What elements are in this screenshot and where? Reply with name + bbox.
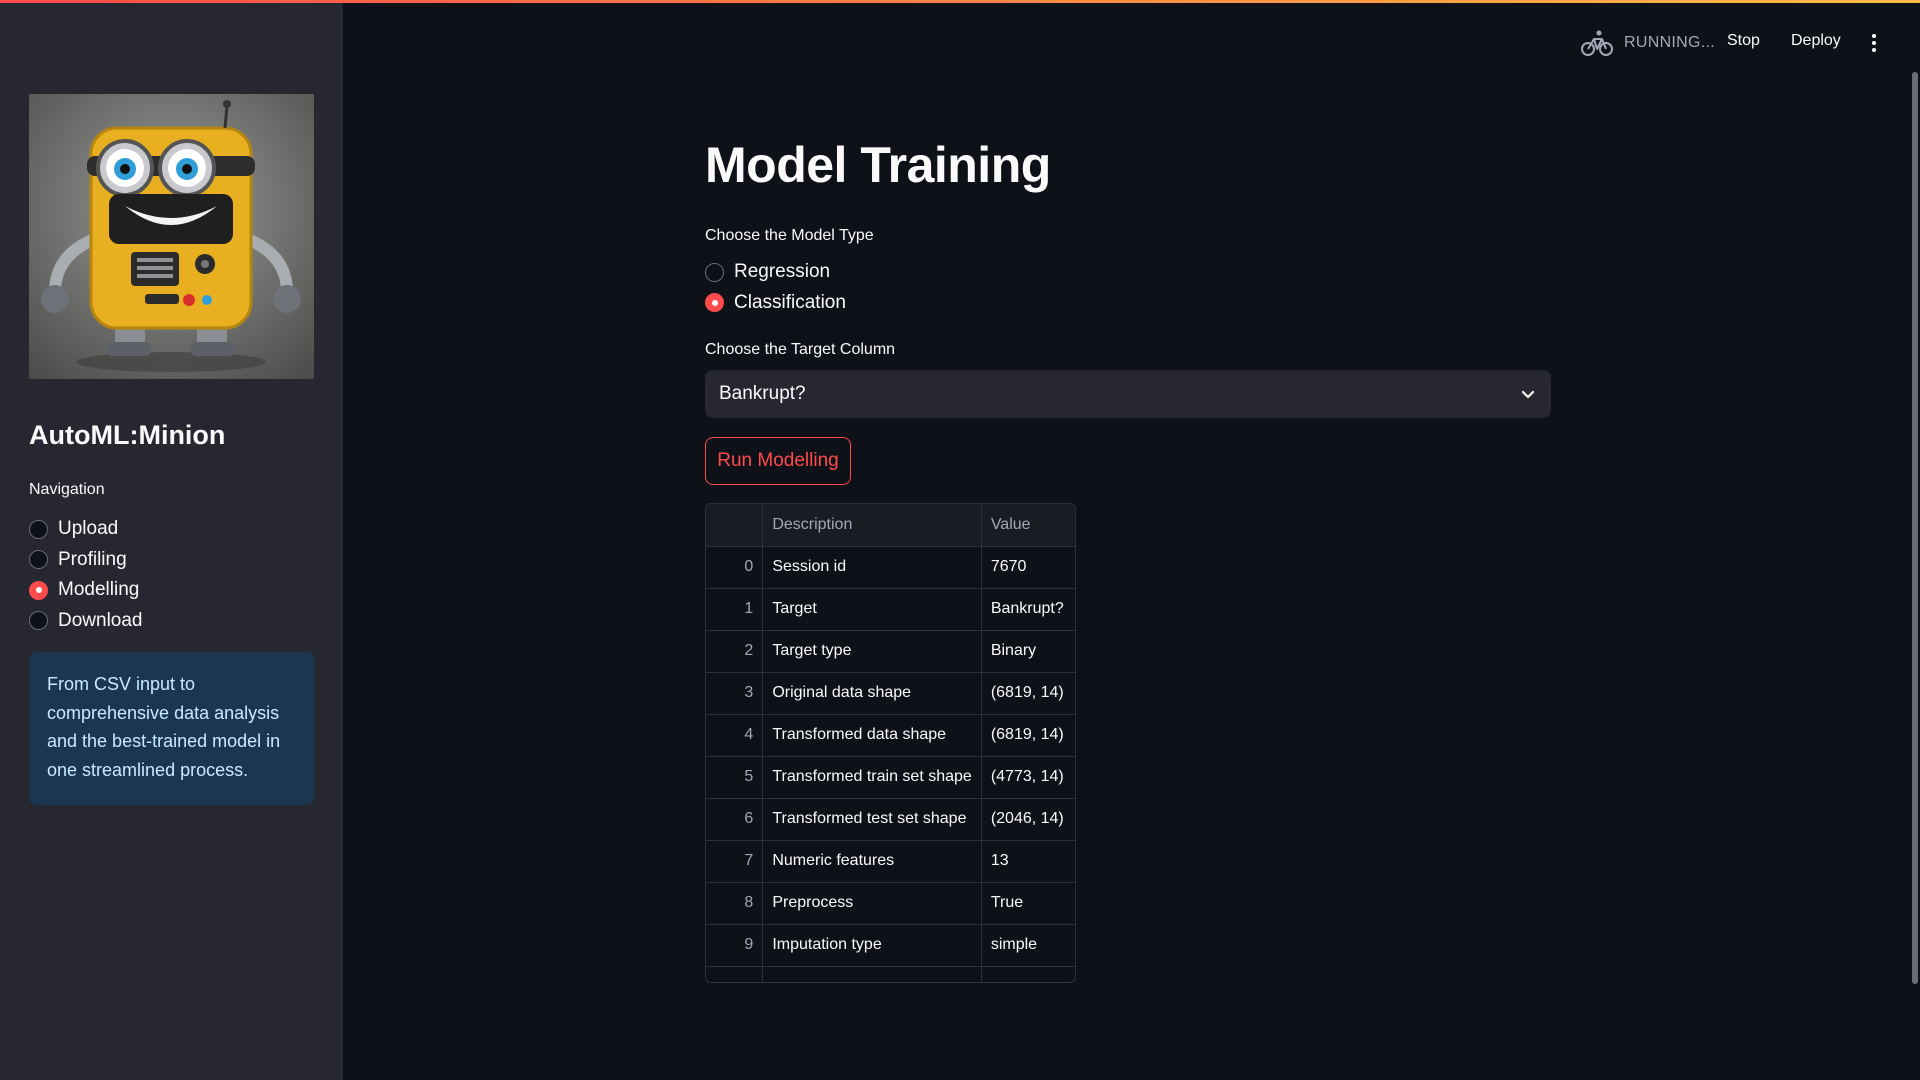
header-decoration: [0, 0, 1920, 3]
row-value[interactable]: Binary: [981, 630, 1075, 673]
radio-unselected-icon[interactable]: [29, 611, 48, 631]
deploy-button[interactable]: Deploy: [1791, 32, 1841, 50]
table-row: 0 Session id 7670: [706, 546, 1075, 589]
setup-results-table[interactable]: Description Value 0 Session id 7670 1 Ta…: [705, 503, 1076, 983]
row-description-empty: [762, 966, 982, 982]
table-row-partial: [706, 966, 1075, 982]
row-description[interactable]: Preprocess: [762, 882, 982, 925]
row-index: 2: [706, 630, 764, 673]
row-value[interactable]: simple: [981, 924, 1075, 967]
target-column-select[interactable]: Bankrupt?: [705, 370, 1551, 418]
row-index: 5: [706, 756, 764, 799]
run-modelling-button[interactable]: Run Modelling: [705, 437, 851, 485]
navigation-radio-group: Upload Profiling Modelling Download: [29, 514, 143, 636]
nav-item-download[interactable]: Download: [29, 606, 143, 637]
stop-button[interactable]: Stop: [1727, 32, 1760, 50]
radio-unselected-icon[interactable]: [29, 519, 48, 539]
row-value[interactable]: 13: [981, 840, 1075, 883]
row-index: 6: [706, 798, 764, 841]
table-row: 9 Imputation type simple: [706, 924, 1075, 967]
column-header-description[interactable]: Description: [762, 504, 982, 547]
target-column-value: Bankrupt?: [719, 383, 806, 404]
main-scrollbar[interactable]: [1912, 72, 1918, 984]
nav-item-label: Modelling: [58, 579, 140, 601]
radio-unselected-icon[interactable]: [705, 262, 724, 282]
row-index: 1: [706, 588, 764, 631]
info-box: From CSV input to comprehensive data ana…: [29, 652, 314, 805]
row-value[interactable]: 7670: [981, 546, 1075, 589]
row-value[interactable]: (6819, 14): [981, 672, 1075, 715]
model-type-radio-group: Regression Classification: [705, 257, 846, 318]
table-header-row: Description Value: [706, 504, 1075, 547]
table-row: 6 Transformed test set shape (2046, 14): [706, 798, 1075, 841]
page-title: Model Training: [705, 137, 1051, 193]
row-index-empty: [706, 966, 764, 982]
row-value[interactable]: (2046, 14): [981, 798, 1075, 841]
row-description[interactable]: Target: [762, 588, 982, 631]
row-value[interactable]: True: [981, 882, 1075, 925]
row-description[interactable]: Transformed train set shape: [762, 756, 982, 799]
table-row: 2 Target type Binary: [706, 630, 1075, 673]
row-description[interactable]: Session id: [762, 546, 982, 589]
robot-illustration: [41, 100, 301, 372]
nav-item-upload[interactable]: Upload: [29, 514, 143, 545]
row-index: 7: [706, 840, 764, 883]
table-row: 1 Target Bankrupt?: [706, 588, 1075, 631]
model-type-regression[interactable]: Regression: [705, 257, 846, 288]
target-column-label: Choose the Target Column: [705, 341, 896, 358]
model-type-label: Choose the Model Type: [705, 227, 874, 244]
sidebar: AutoML:Minion Navigation Upload Profilin…: [0, 0, 343, 1080]
row-index: 9: [706, 924, 764, 967]
row-index: 8: [706, 882, 764, 925]
running-bike-icon: [1581, 30, 1613, 56]
row-description[interactable]: Transformed test set shape: [762, 798, 982, 841]
nav-item-label: Profiling: [58, 548, 127, 570]
radio-selected-icon[interactable]: [705, 293, 724, 313]
chevron-down-icon[interactable]: [1519, 385, 1537, 403]
robot-logo-image: [29, 94, 314, 379]
column-header-value[interactable]: Value: [981, 504, 1075, 547]
row-index: 0: [706, 546, 764, 589]
row-value-empty: [981, 966, 1075, 982]
table-row: 3 Original data shape (6819, 14): [706, 672, 1075, 715]
table-row: 7 Numeric features 13: [706, 840, 1075, 883]
nav-item-modelling[interactable]: Modelling: [29, 575, 143, 606]
radio-unselected-icon[interactable]: [29, 550, 48, 570]
nav-item-profiling[interactable]: Profiling: [29, 545, 143, 576]
row-description[interactable]: Target type: [762, 630, 982, 673]
radio-selected-icon[interactable]: [29, 580, 48, 600]
app-title: AutoML:Minion: [29, 420, 226, 450]
row-value[interactable]: Bankrupt?: [981, 588, 1075, 631]
row-index: 3: [706, 672, 764, 715]
row-index: 4: [706, 714, 764, 757]
row-description[interactable]: Imputation type: [762, 924, 982, 967]
row-description[interactable]: Transformed data shape: [762, 714, 982, 757]
model-type-label-text: Regression: [734, 261, 831, 283]
row-value[interactable]: (4773, 14): [981, 756, 1075, 799]
table-row: 8 Preprocess True: [706, 882, 1075, 925]
model-type-classification[interactable]: Classification: [705, 288, 846, 319]
table-row: 4 Transformed data shape (6819, 14): [706, 714, 1075, 757]
row-value[interactable]: (6819, 14): [981, 714, 1075, 757]
row-description[interactable]: Numeric features: [762, 840, 982, 883]
running-status: RUNNING...: [1624, 34, 1715, 51]
table-row: 5 Transformed train set shape (4773, 14): [706, 756, 1075, 799]
model-type-label-text: Classification: [734, 291, 846, 313]
nav-item-label: Download: [58, 609, 143, 631]
column-header-index: [706, 504, 764, 547]
more-vertical-icon[interactable]: [1864, 32, 1884, 54]
row-description[interactable]: Original data shape: [762, 672, 982, 715]
navigation-label: Navigation: [29, 481, 105, 498]
nav-item-label: Upload: [58, 518, 119, 540]
